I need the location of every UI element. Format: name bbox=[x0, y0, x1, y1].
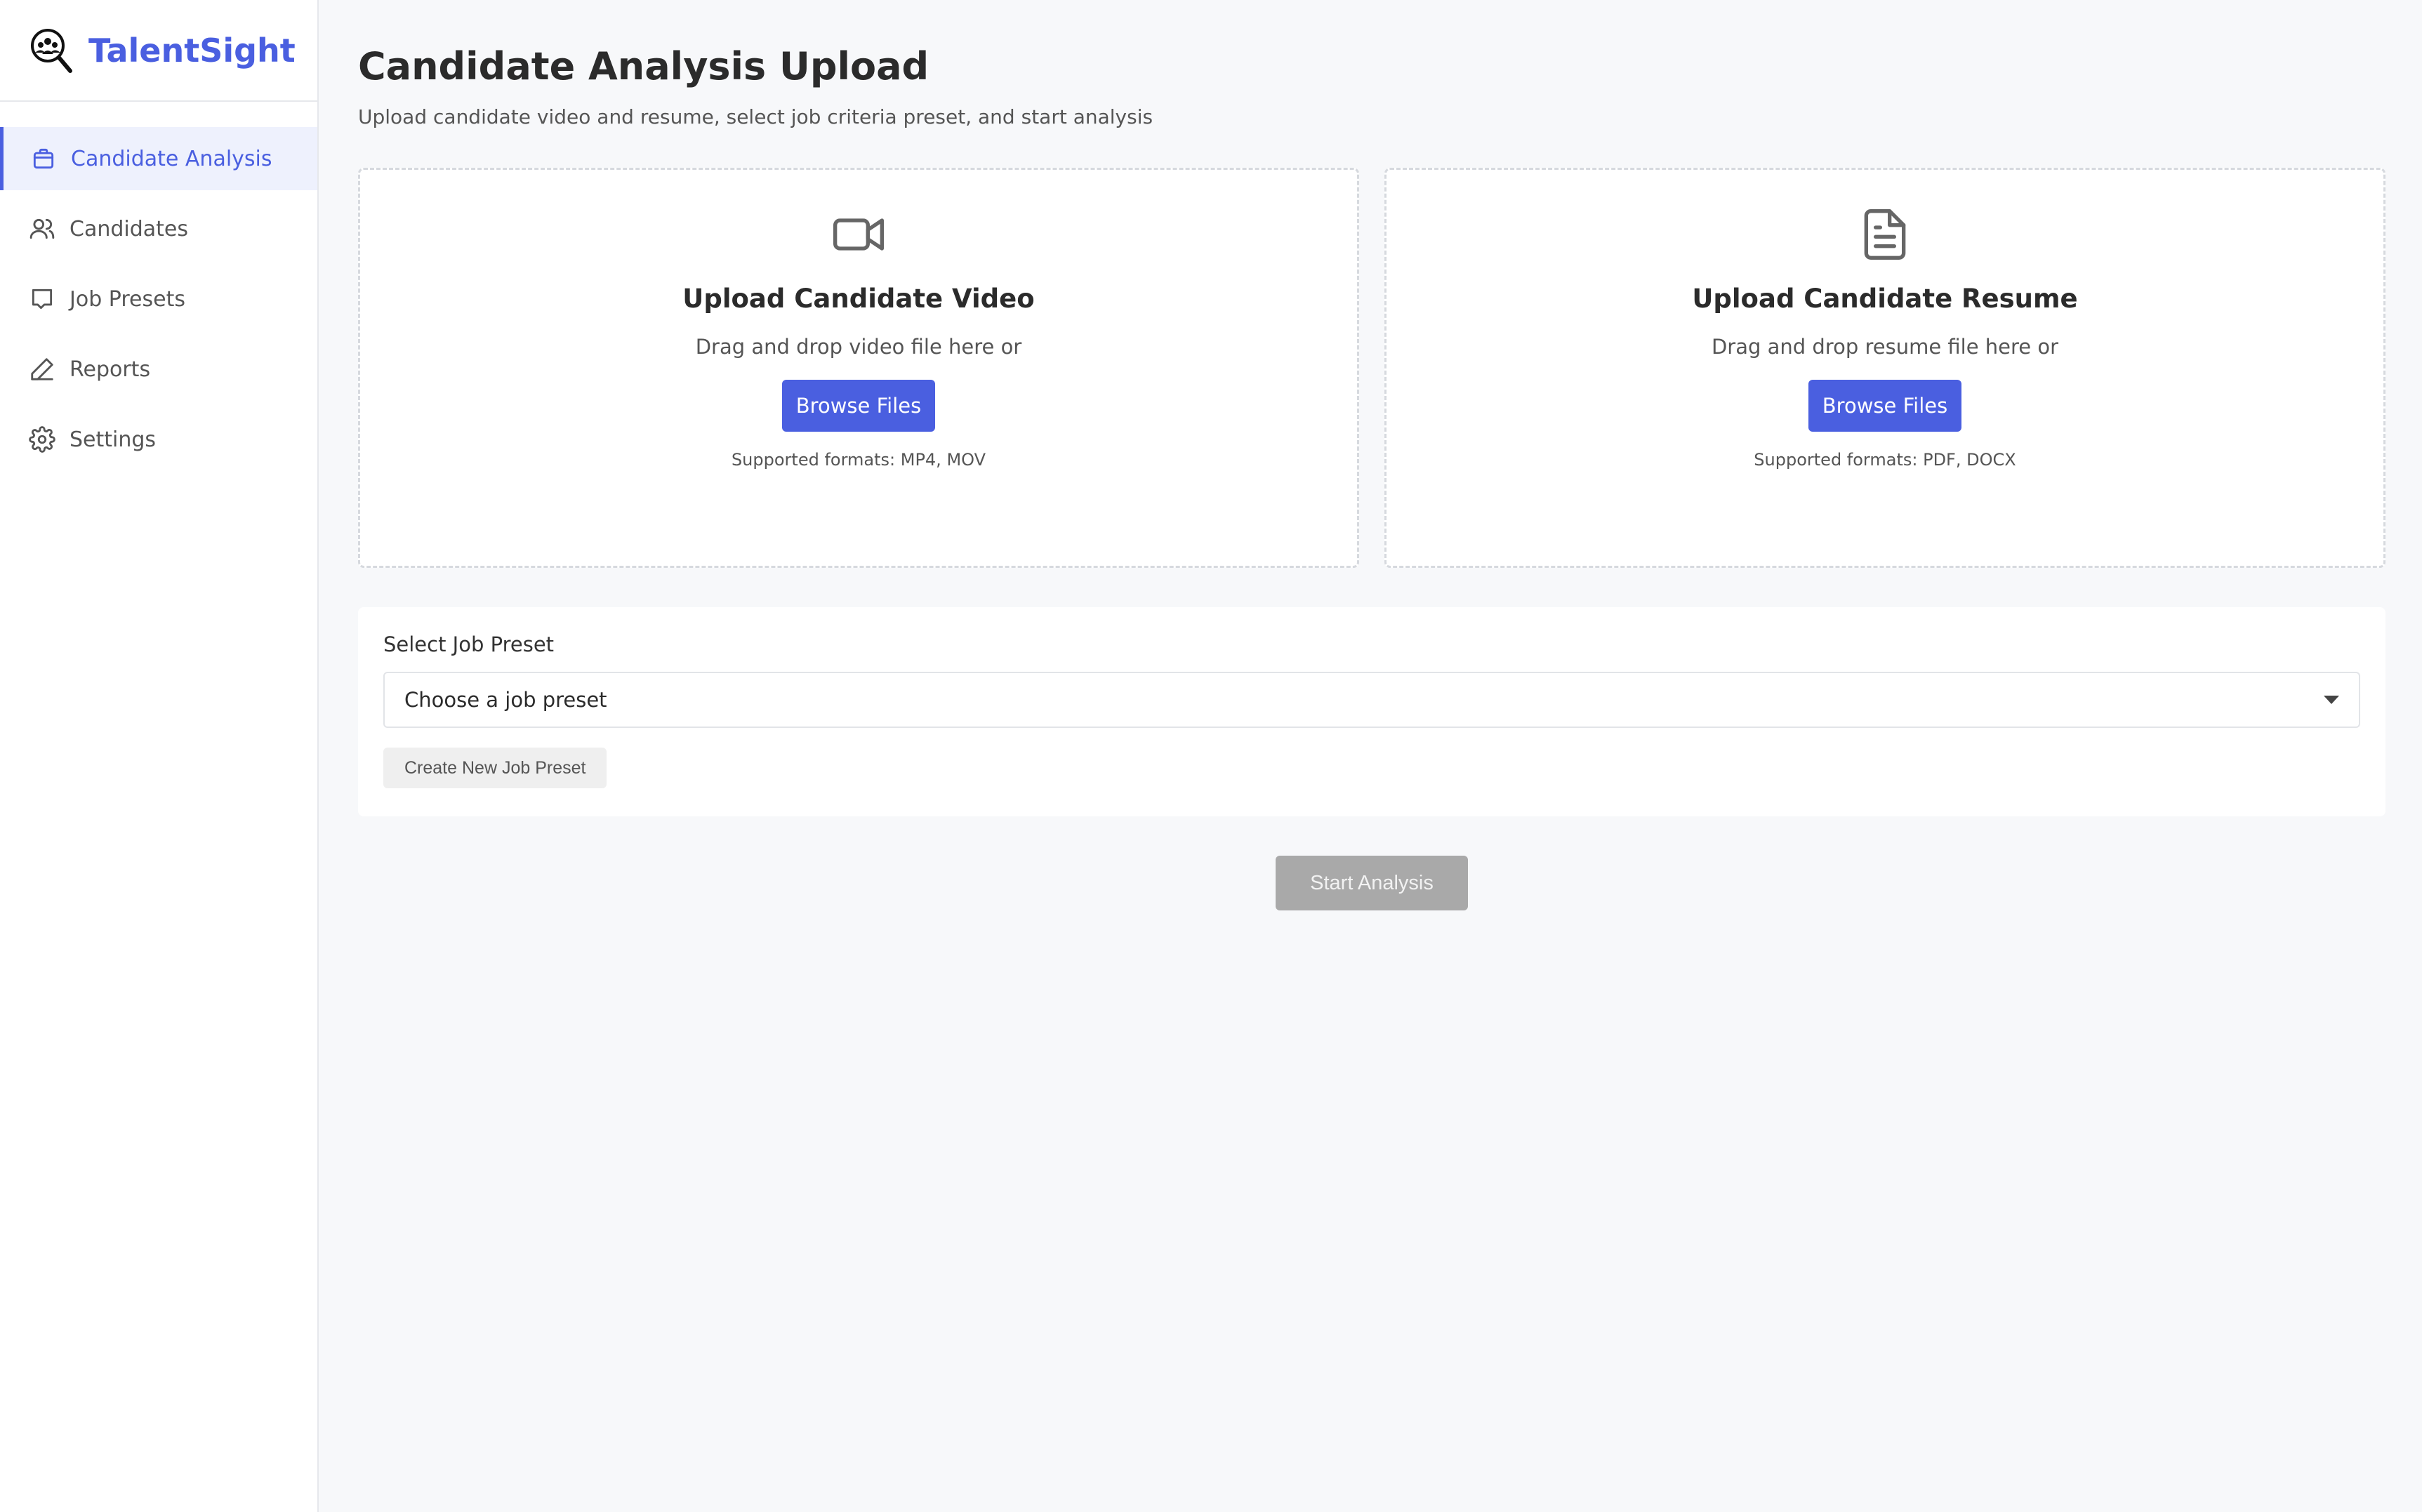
resume-supported-formats: Supported formats: PDF, DOCX bbox=[1754, 450, 2016, 470]
briefcase-icon bbox=[33, 148, 54, 169]
sidebar-nav: Candidate Analysis Candidates Job Preset… bbox=[0, 102, 317, 471]
browse-video-button[interactable]: Browse Files bbox=[782, 380, 935, 432]
sidebar-item-label: Job Presets bbox=[70, 286, 185, 312]
resume-upload-hint: Drag and drop resume file here or bbox=[1711, 335, 2059, 359]
brand-header[interactable]: TalentSight bbox=[0, 0, 317, 102]
job-preset-selected-value: Choose a job preset bbox=[404, 688, 607, 712]
main-content: Candidate Analysis Upload Upload candida… bbox=[319, 0, 2422, 1512]
users-icon bbox=[29, 218, 55, 239]
job-preset-card: Select Job Preset Choose a job preset Cr… bbox=[358, 607, 2385, 816]
sidebar-item-label: Reports bbox=[70, 357, 151, 382]
document-icon bbox=[1864, 209, 1906, 260]
browse-resume-button[interactable]: Browse Files bbox=[1808, 380, 1961, 432]
message-square-icon bbox=[32, 289, 53, 310]
pen-icon bbox=[31, 358, 53, 380]
sidebar-item-label: Candidate Analysis bbox=[71, 146, 272, 171]
job-preset-select[interactable]: Choose a job preset bbox=[383, 672, 2360, 728]
video-supported-formats: Supported formats: MP4, MOV bbox=[731, 450, 986, 470]
sidebar-item-settings[interactable]: Settings bbox=[0, 408, 317, 471]
gear-icon bbox=[29, 426, 55, 453]
brand-name: TalentSight bbox=[88, 31, 296, 69]
resume-upload-title: Upload Candidate Resume bbox=[1692, 284, 2078, 314]
chevron-down-icon bbox=[2324, 696, 2339, 704]
sidebar-item-label: Settings bbox=[70, 427, 157, 452]
app-root: TalentSight Candidate Analysis Candidate… bbox=[0, 0, 2422, 1512]
sidebar: TalentSight Candidate Analysis Candidate… bbox=[0, 0, 319, 1512]
video-dropzone[interactable]: Upload Candidate Video Drag and drop vid… bbox=[358, 168, 1359, 568]
upload-row: Upload Candidate Video Drag and drop vid… bbox=[358, 168, 2385, 568]
sidebar-item-reports[interactable]: Reports bbox=[0, 338, 317, 401]
video-upload-title: Upload Candidate Video bbox=[682, 284, 1035, 314]
video-camera-icon bbox=[833, 218, 884, 251]
create-job-preset-button[interactable]: Create New Job Preset bbox=[383, 748, 607, 788]
sidebar-item-candidate-analysis[interactable]: Candidate Analysis bbox=[0, 127, 317, 190]
resume-dropzone[interactable]: Upload Candidate Resume Drag and drop re… bbox=[1384, 168, 2385, 568]
sidebar-item-candidates[interactable]: Candidates bbox=[0, 197, 317, 260]
page-title: Candidate Analysis Upload bbox=[358, 44, 929, 88]
start-analysis-wrap: Start Analysis bbox=[358, 856, 2385, 910]
video-upload-hint: Drag and drop video file here or bbox=[695, 335, 1022, 359]
page-subtitle: Upload candidate video and resume, selec… bbox=[358, 105, 1153, 128]
start-analysis-button[interactable]: Start Analysis bbox=[1276, 856, 1468, 910]
job-preset-label: Select Job Preset bbox=[383, 632, 555, 656]
sidebar-item-label: Candidates bbox=[70, 216, 188, 241]
magnifier-people-icon bbox=[31, 28, 72, 73]
sidebar-item-job-presets[interactable]: Job Presets bbox=[0, 267, 317, 331]
